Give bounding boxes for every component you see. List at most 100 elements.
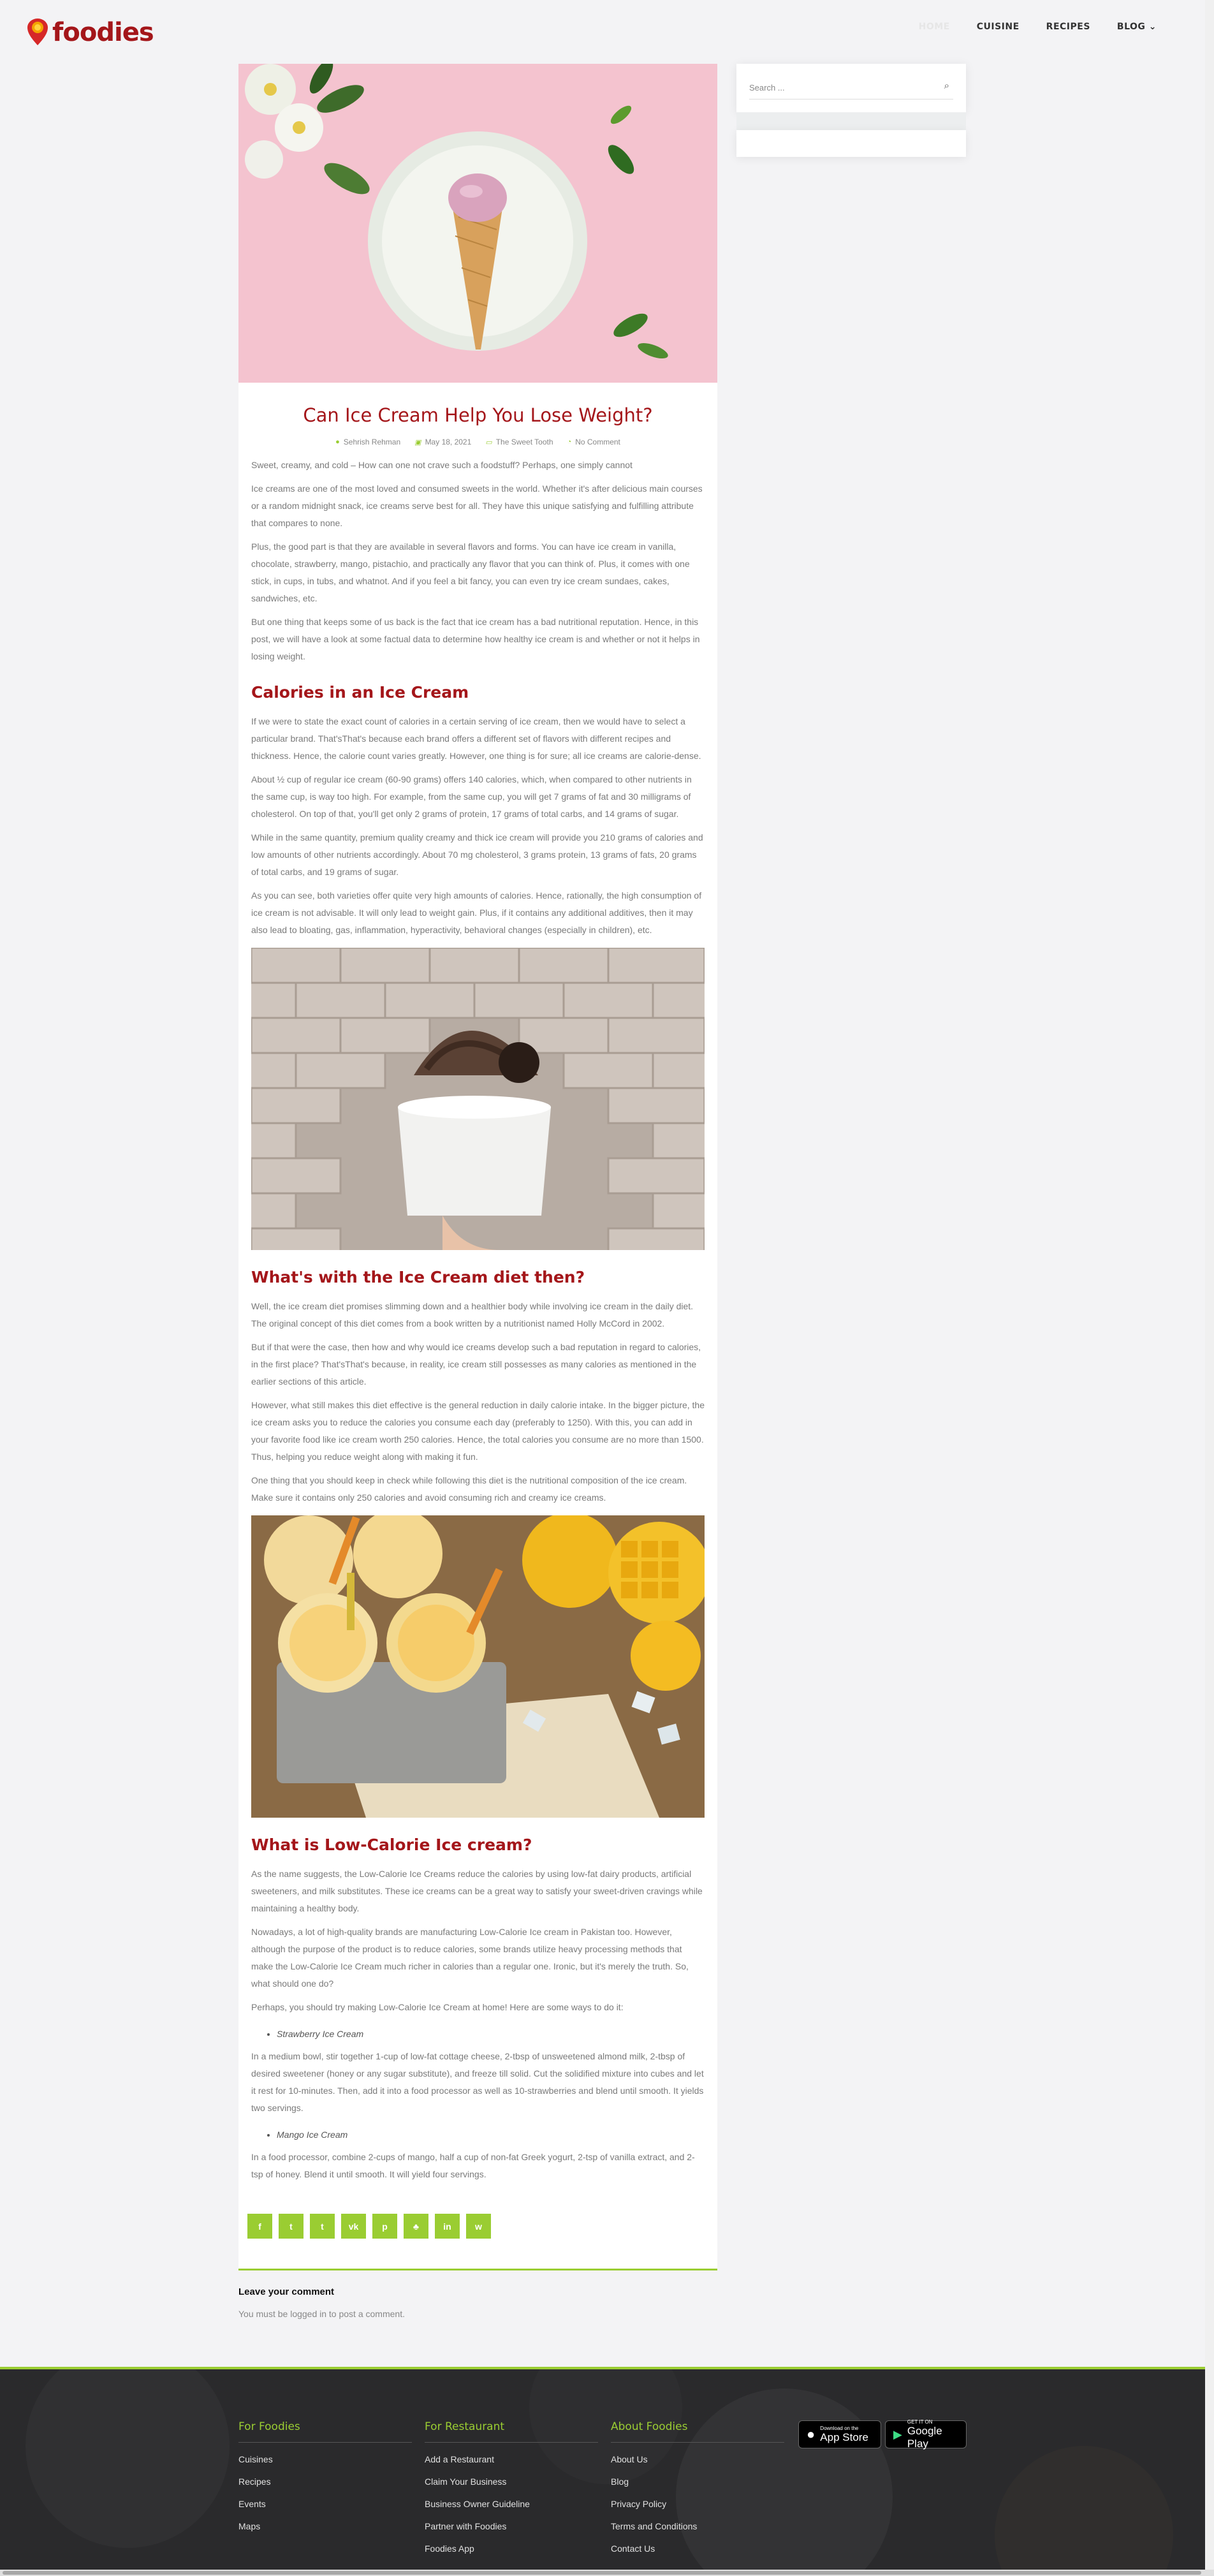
nav-blog[interactable]: Blog ⌄ — [1117, 22, 1157, 32]
meta-category-text: The Sweet Tooth — [495, 438, 553, 446]
google-play-big: Google Play — [907, 2424, 942, 2450]
folder-icon: ▭ — [485, 438, 492, 446]
section-paragraph: But if that were the case, then how and … — [251, 1342, 701, 1387]
recipe-text: In a food processor, combine 2-cups of m… — [251, 2152, 695, 2179]
pinterest-icon[interactable]: p — [372, 2214, 397, 2239]
intro-paragraph: But one thing that keeps some of us back… — [251, 617, 700, 661]
facebook-icon[interactable]: f — [247, 2214, 272, 2239]
footer-link[interactable]: Recipes — [238, 2477, 412, 2487]
search-icon[interactable]: ⌕ — [944, 80, 949, 91]
meta-comments[interactable]: ◔ No Comment — [567, 438, 620, 446]
sidebar-widget — [736, 130, 966, 157]
site-footer: For Foodies Cuisines Recipes Events Maps… — [0, 2367, 1205, 2576]
google-play-text: GET IT ON Google Play — [907, 2419, 958, 2450]
meta-author-text: Sehrish Rehman — [343, 438, 401, 446]
hero-image — [238, 64, 717, 383]
recipe-title: Mango Ice Cream — [277, 2130, 705, 2140]
section-paragraph: While in the same quantity, premium qual… — [251, 832, 703, 877]
comment-icon: ◔ — [567, 438, 572, 446]
footer-link[interactable]: Terms and Conditions — [611, 2521, 784, 2531]
section-paragraph: If we were to state the exact count of c… — [251, 716, 701, 761]
vk-icon[interactable]: vk — [341, 2214, 366, 2239]
footer-background — [0, 2369, 1205, 2576]
footer-col-restaurant: For Restaurant Add a Restaurant Claim Yo… — [425, 2420, 598, 2566]
section-paragraph: Perhaps, you should try making Low-Calor… — [251, 2002, 624, 2012]
nav-home[interactable]: Home — [919, 22, 950, 32]
meta-date-text: May 18, 2021 — [425, 438, 472, 446]
section-heading: Calories in an Ice Cream — [251, 683, 469, 702]
footer-link[interactable]: Claim Your Business — [425, 2477, 598, 2487]
google-play-small: GET IT ON — [907, 2418, 933, 2425]
footer-link[interactable]: Events — [238, 2499, 412, 2509]
linkedin-icon[interactable]: in — [435, 2214, 460, 2239]
apple-icon: ● — [807, 2426, 815, 2442]
recipe-text: In a medium bowl, stir together 1-cup of… — [251, 2051, 704, 2113]
section-paragraph: As you can see, both varieties offer qui… — [251, 890, 702, 935]
calendar-icon: ▣ — [414, 438, 421, 446]
footer-link[interactable]: Add a Restaurant — [425, 2454, 598, 2464]
intro-paragraph: Sweet, creamy, and cold – How can one no… — [251, 460, 633, 470]
article-body: Can Ice Cream Help You Lose Weight? ● Seh… — [247, 395, 705, 2239]
article-card: Can Ice Cream Help You Lose Weight? ● Seh… — [238, 64, 717, 2271]
tumblr-icon[interactable]: t — [310, 2214, 335, 2239]
search-widget: Search ... ⌕ — [736, 64, 966, 112]
section-paragraph: However, what still makes this diet effe… — [251, 1400, 705, 1462]
section-paragraph: About ½ cup of regular ice cream (60-90 … — [251, 774, 692, 819]
vertical-scrollbar[interactable] — [1205, 0, 1214, 2570]
app-store-text: Download on the App Store — [820, 2425, 868, 2444]
meta-comments-text: No Comment — [575, 438, 620, 446]
sidebar-divider — [736, 112, 966, 130]
section-paragraph: Well, the ice cream diet promises slimmi… — [251, 1301, 694, 1328]
soft-serve-image — [251, 948, 705, 1250]
footer-col-about: About Foodies About Us Blog Privacy Poli… — [611, 2420, 784, 2566]
intro-paragraph: Plus, the good part is that they are ava… — [251, 541, 690, 603]
app-store-button[interactable]: ● Download on the App Store — [798, 2420, 881, 2448]
logo-text: foodies — [52, 18, 154, 47]
whatsapp-icon[interactable]: w — [466, 2214, 491, 2239]
site-header: foodies Home Cuisine Recipes Blog ⌄ — [0, 0, 1214, 59]
footer-link[interactable]: About Us — [611, 2454, 784, 2464]
footer-link[interactable]: Contact Us — [611, 2543, 784, 2554]
comment-heading: Leave your comment — [238, 2286, 335, 2297]
comment-section: Leave your comment You must be logged in… — [238, 2286, 405, 2319]
footer-col-title: For Foodies — [238, 2420, 300, 2433]
article-title: Can Ice Cream Help You Lose Weight? — [303, 404, 653, 426]
footer-link[interactable]: Business Owner Guideline — [425, 2499, 598, 2509]
section-heading: What is Low-Calorie Ice cream? — [251, 1836, 532, 1854]
footer-divider — [611, 2442, 784, 2443]
footer-divider — [238, 2442, 412, 2443]
user-icon: ● — [335, 438, 340, 446]
meta-category[interactable]: ▭ The Sweet Tooth — [485, 438, 553, 446]
app-store-big: App Store — [820, 2431, 868, 2443]
app-store-small: Download on the — [820, 2425, 859, 2431]
main-nav: Home Cuisine Recipes Blog ⌄ — [919, 22, 1157, 32]
footer-divider — [425, 2442, 598, 2443]
site-logo[interactable]: foodies — [26, 18, 154, 47]
comment-login-note: You must be logged in to post a comment. — [238, 2309, 405, 2319]
odnoklassniki-icon[interactable]: ♣ — [404, 2214, 428, 2239]
section-heading: What's with the Ice Cream diet then? — [251, 1268, 585, 1286]
logo-icon — [26, 18, 50, 47]
google-play-button[interactable]: ▶ GET IT ON Google Play — [885, 2419, 967, 2450]
mango-popsicle-image — [251, 1515, 705, 1818]
search-input[interactable]: Search ... — [749, 75, 953, 99]
share-bar: f t t vk p ♣ in w — [247, 2214, 705, 2239]
section-paragraph: Nowadays, a lot of high-quality brands a… — [251, 1927, 689, 1989]
footer-col-title: About Foodies — [611, 2420, 688, 2433]
footer-link[interactable]: Blog — [611, 2477, 784, 2487]
twitter-icon[interactable]: t — [279, 2214, 304, 2239]
footer-link[interactable]: Partner with Foodies — [425, 2521, 598, 2531]
footer-link[interactable]: Privacy Policy — [611, 2499, 784, 2509]
horizontal-scrollbar-thumb[interactable] — [3, 2571, 1201, 2575]
recipe-title: Strawberry Ice Cream — [277, 2029, 705, 2039]
nav-cuisine[interactable]: Cuisine — [977, 22, 1020, 32]
section-paragraph: One thing that you should keep in check … — [251, 1475, 687, 1503]
meta-author[interactable]: ● Sehrish Rehman — [335, 438, 400, 446]
nav-recipes[interactable]: Recipes — [1046, 22, 1090, 32]
intro-paragraph: Ice creams are one of the most loved and… — [251, 483, 703, 528]
google-play-icon: ▶ — [893, 2427, 902, 2441]
footer-col-title: For Restaurant — [425, 2420, 505, 2433]
footer-link[interactable]: Maps — [238, 2521, 412, 2531]
footer-link[interactable]: Cuisines — [238, 2454, 412, 2464]
footer-link[interactable]: Foodies App — [425, 2543, 598, 2554]
